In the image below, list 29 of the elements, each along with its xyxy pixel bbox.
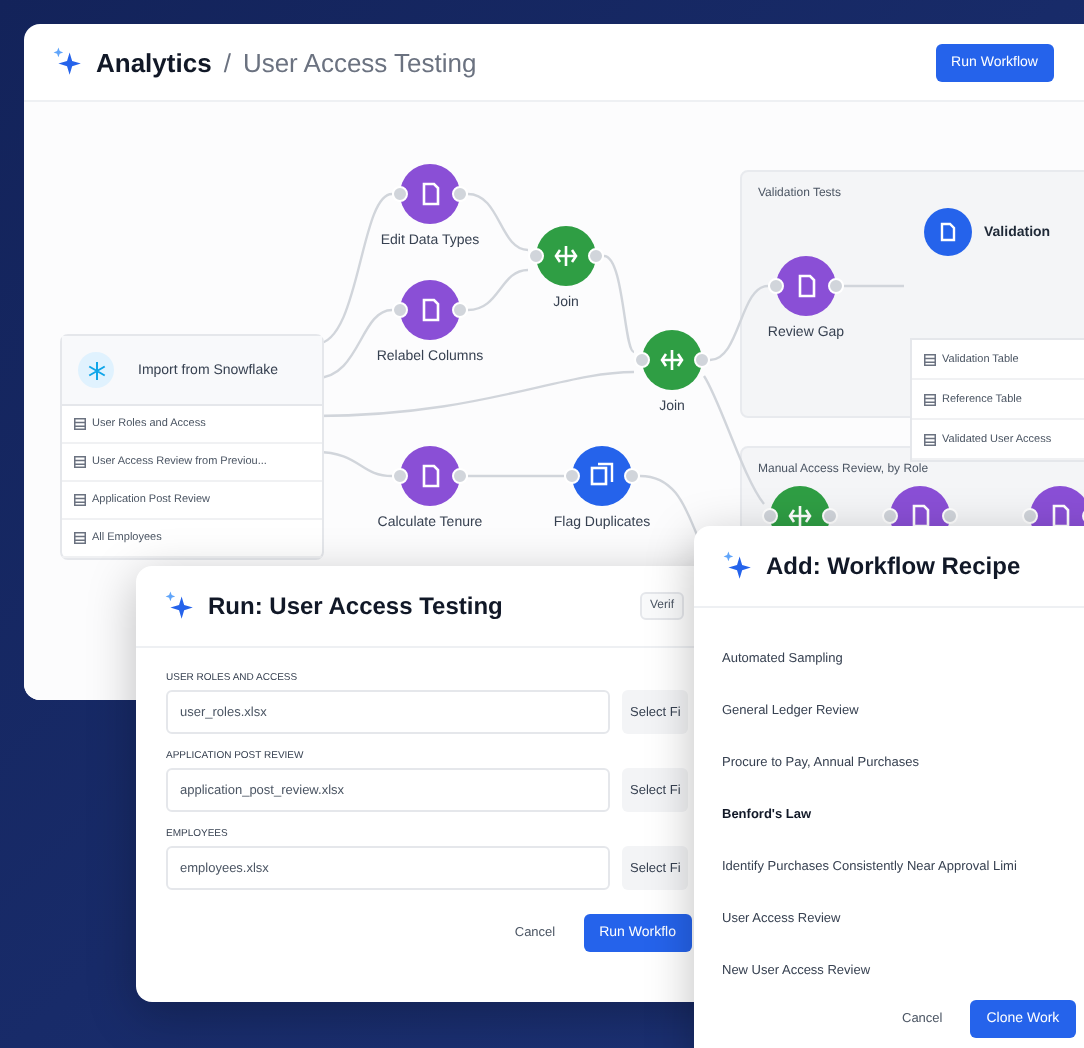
- transform-node[interactable]: [390, 444, 470, 508]
- dialog-title: Run: User Access Testing: [208, 592, 503, 620]
- table-icon: [924, 433, 936, 445]
- page-title: User Access Testing: [242, 47, 477, 77]
- table-icon: [924, 393, 936, 405]
- table-icon: [74, 532, 86, 544]
- table-icon: [74, 456, 86, 468]
- dedupe-node[interactable]: [562, 444, 642, 508]
- table-icon: [924, 353, 936, 365]
- transform-node[interactable]: [766, 254, 846, 318]
- sparkle-icon: [722, 550, 754, 582]
- sparkle-icon: [164, 590, 196, 622]
- table-icon: [74, 494, 86, 506]
- document-icon: [938, 222, 958, 242]
- dialog-title: Add: Workflow Recipe: [766, 552, 1021, 580]
- snowflake-icon: [87, 361, 105, 379]
- table-icon: [74, 418, 86, 430]
- breadcrumb-link[interactable]: Analytics: [96, 47, 212, 77]
- transform-node[interactable]: [390, 162, 470, 226]
- connector: [467, 268, 529, 312]
- connector: [468, 474, 564, 478]
- sparkle-icon: [52, 46, 84, 78]
- join-node[interactable]: [526, 224, 606, 288]
- join-node[interactable]: [632, 328, 712, 392]
- connector: [603, 254, 635, 353]
- connector: [844, 284, 904, 288]
- breadcrumb-separator: /: [223, 47, 231, 77]
- transform-node[interactable]: [390, 278, 470, 342]
- connector: [709, 284, 769, 362]
